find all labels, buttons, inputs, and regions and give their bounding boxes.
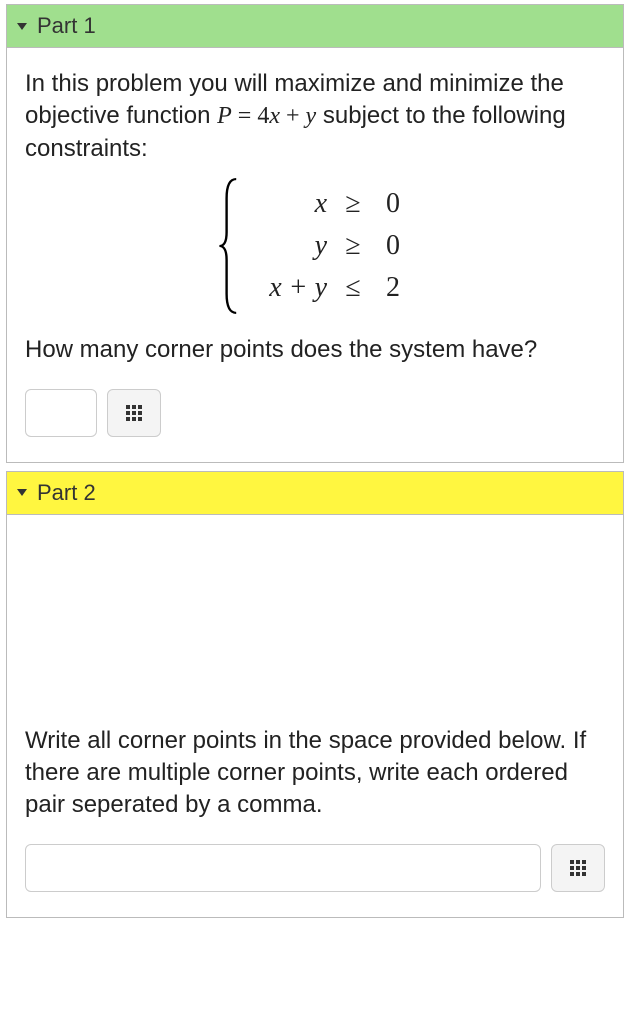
coef-4: 4 bbox=[257, 103, 269, 129]
eq-sign: = bbox=[232, 103, 258, 129]
part2-panel: Part 2 Write all corner points in the sp… bbox=[6, 471, 624, 918]
part2-title: Part 2 bbox=[37, 480, 96, 506]
problem-statement: In this problem you will maximize and mi… bbox=[25, 68, 605, 165]
c1-op: ≥ bbox=[333, 185, 373, 223]
plus-sign: + bbox=[280, 103, 306, 129]
c3-op: ≤ bbox=[333, 269, 373, 307]
part1-input-row bbox=[25, 389, 605, 437]
c2-left: y bbox=[245, 227, 333, 265]
part2-input-row bbox=[25, 844, 605, 892]
caret-down-icon bbox=[17, 489, 27, 496]
c3-right: 2 bbox=[373, 269, 413, 307]
keypad-button[interactable] bbox=[551, 844, 605, 892]
c2-op: ≥ bbox=[333, 227, 373, 265]
part2-body: Write all corner points in the space pro… bbox=[7, 515, 623, 917]
keypad-icon bbox=[570, 860, 586, 876]
constraint-row-2: y ≥ 0 bbox=[245, 225, 413, 267]
var-y: y bbox=[306, 103, 317, 129]
corner-count-input[interactable] bbox=[25, 389, 97, 437]
c2-right: 0 bbox=[373, 227, 413, 265]
part2-spacer bbox=[25, 535, 605, 725]
constraints-system: x ≥ 0 y ≥ 0 x + y ≤ 2 bbox=[25, 183, 605, 309]
var-x: x bbox=[269, 103, 280, 129]
part1-header[interactable]: Part 1 bbox=[7, 5, 623, 48]
left-brace-icon bbox=[217, 177, 241, 315]
c1-right: 0 bbox=[373, 185, 413, 223]
part1-body: In this problem you will maximize and mi… bbox=[7, 48, 623, 462]
constraint-row-3: x + y ≤ 2 bbox=[245, 267, 413, 309]
constraint-row-1: x ≥ 0 bbox=[245, 183, 413, 225]
c3-left: x + y bbox=[245, 269, 333, 307]
keypad-button[interactable] bbox=[107, 389, 161, 437]
c1-left: x bbox=[245, 185, 333, 223]
var-P: P bbox=[217, 103, 232, 129]
part2-prompt: Write all corner points in the space pro… bbox=[25, 725, 605, 822]
corner-points-input[interactable] bbox=[25, 844, 541, 892]
keypad-icon bbox=[126, 405, 142, 421]
caret-down-icon bbox=[17, 23, 27, 30]
part1-panel: Part 1 In this problem you will maximize… bbox=[6, 4, 624, 463]
part1-title: Part 1 bbox=[37, 13, 96, 39]
part2-header[interactable]: Part 2 bbox=[7, 472, 623, 515]
part1-question: How many corner points does the system h… bbox=[25, 334, 605, 366]
